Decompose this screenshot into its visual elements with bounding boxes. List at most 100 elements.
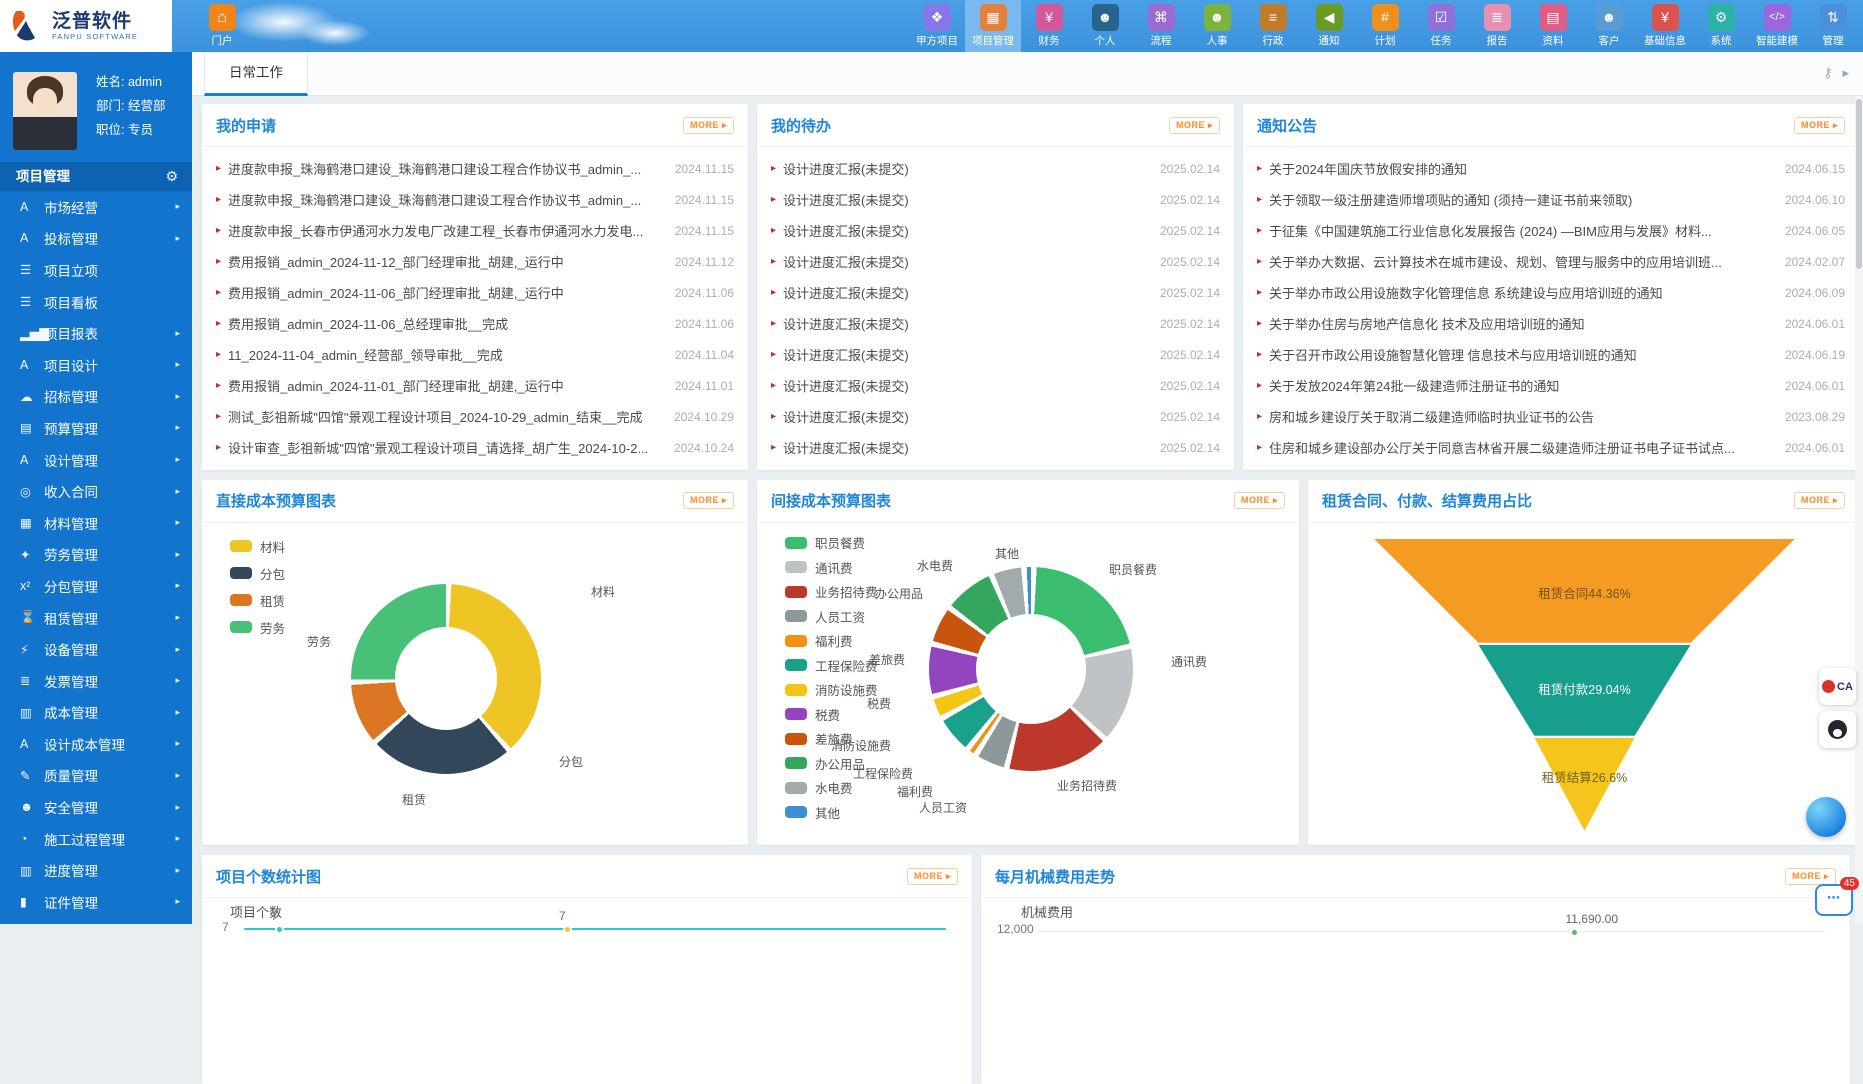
nav-item-personal[interactable]: ☻个人: [1077, 0, 1133, 52]
list-item[interactable]: ▸进度款申报_长春市伊通河水力发电厂改建工程_长春市伊通河水力发电...2024…: [216, 215, 734, 246]
sidebar-item-分包管理[interactable]: x²分包管理▸: [0, 570, 192, 602]
list-item[interactable]: ▸关于举办大数据、云计算技术在城市建设、规划、管理与服务中的应用培训班...20…: [1257, 246, 1845, 277]
more-button[interactable]: MORE ▸: [1794, 117, 1845, 134]
list-item[interactable]: ▸设计进度汇报(未提交)2025.02.14: [771, 277, 1220, 308]
legend-item-业务招待费[interactable]: 业务招待费: [785, 580, 878, 605]
list-item[interactable]: ▸费用报销_admin_2024-11-12_部门经理审批_胡建,_运行中202…: [216, 246, 734, 277]
nav-item-base-info[interactable]: ¥基础信息: [1637, 0, 1693, 52]
legend-item-通讯费[interactable]: 通讯费: [785, 555, 878, 580]
list-item[interactable]: ▸关于2024年国庆节放假安排的通知2024.06.15: [1257, 153, 1845, 184]
sidebar-item-项目立项[interactable]: ☰项目立项: [0, 254, 192, 286]
more-button[interactable]: MORE ▸: [1234, 492, 1285, 509]
sidebar-item-质量管理[interactable]: ✎质量管理▸: [0, 760, 192, 792]
list-item[interactable]: ▸11_2024-11-04_admin_经营部_领导审批__完成2024.11…: [216, 339, 734, 370]
qq-contact-widget[interactable]: [1819, 711, 1856, 748]
nav-item-workflow[interactable]: ⌘流程: [1133, 0, 1189, 52]
list-item[interactable]: ▸测试_彭祖新城"四馆"景观工程设计项目_2024-10-29_admin_结束…: [216, 401, 734, 432]
sidebar-item-项目报表[interactable]: ▂▅▇项目报表▸: [0, 317, 192, 349]
more-button[interactable]: MORE ▸: [683, 492, 734, 509]
sidebar-item-施工过程管理[interactable]: ◔施工过程管理▸: [0, 823, 192, 855]
nav-item-owner-project[interactable]: ❖甲方项目: [909, 0, 965, 52]
nav-item-administration[interactable]: ≡行政: [1245, 0, 1301, 52]
list-item[interactable]: ▸房和城乡建设厅关于取消二级建造师临时执业证书的公告2023.08.29: [1257, 401, 1845, 432]
nav-item-report[interactable]: ≣报告: [1469, 0, 1525, 52]
more-button[interactable]: MORE ▸: [1785, 868, 1836, 885]
nav-item-finance[interactable]: ¥财务: [1021, 0, 1077, 52]
list-item[interactable]: ▸设计进度汇报(未提交)2025.02.14: [771, 339, 1220, 370]
sidebar-item-预算管理[interactable]: ▤预算管理▸: [0, 412, 192, 444]
legend-item-劳务[interactable]: 劳务: [230, 614, 285, 641]
list-item[interactable]: ▸设计进度汇报(未提交)2025.02.14: [771, 153, 1220, 184]
legend-item-租赁[interactable]: 租赁: [230, 587, 285, 614]
nav-item-customer[interactable]: ☻客户: [1581, 0, 1637, 52]
sidebar-item-投标管理[interactable]: A投标管理▸: [0, 223, 192, 255]
legend-item-分包[interactable]: 分包: [230, 560, 285, 587]
sidebar-item-市场经营[interactable]: A市场经营▸: [0, 191, 192, 223]
nav-item-manage[interactable]: ⇅管理: [1805, 0, 1861, 52]
list-item[interactable]: ▸设计进度汇报(未提交)2025.02.14: [771, 370, 1220, 401]
ca-certificate-widget[interactable]: CA: [1819, 668, 1856, 705]
nav-item-hr[interactable]: ☻人事: [1189, 0, 1245, 52]
sidebar-item-项目设计[interactable]: A项目设计▸: [0, 349, 192, 381]
more-button[interactable]: MORE ▸: [1794, 492, 1845, 509]
list-item[interactable]: ▸设计进度汇报(未提交)2025.02.14: [771, 215, 1220, 246]
list-item[interactable]: ▸于征集《中国建筑施工行业信息化发展报告 (2024) —BIM应用与发展》材料…: [1257, 215, 1845, 246]
sidebar-item-证件管理[interactable]: ▮证件管理▸: [0, 886, 192, 918]
legend-item-消防设施费[interactable]: 消防设施费: [785, 678, 878, 703]
legend-item-税费[interactable]: 税费: [785, 702, 878, 727]
more-button[interactable]: MORE ▸: [907, 868, 958, 885]
list-item[interactable]: ▸设计进度汇报(未提交)2025.02.14: [771, 184, 1220, 215]
sidebar-item-设计成本管理[interactable]: A设计成本管理▸: [0, 728, 192, 760]
sidebar-item-安全管理[interactable]: ☻安全管理▸: [0, 791, 192, 823]
list-item[interactable]: ▸设计进度汇报(未提交)2025.02.14: [771, 432, 1220, 463]
nav-item-task[interactable]: ☑任务: [1413, 0, 1469, 52]
sidebar-item-项目看板[interactable]: ☰项目看板: [0, 286, 192, 318]
key-icon[interactable]: ⚷: [1823, 65, 1833, 81]
sidebar-item-成本管理[interactable]: ▥成本管理▸: [0, 697, 192, 729]
list-item[interactable]: ▸关于举办住房与房地产信息化 技术及应用培训班的通知2024.06.01: [1257, 308, 1845, 339]
list-item[interactable]: ▸费用报销_admin_2024-11-01_部门经理审批_胡建,_运行中202…: [216, 370, 734, 401]
nav-item-project-management[interactable]: ▦项目管理: [965, 0, 1021, 52]
legend-item-职员餐费[interactable]: 职员餐费: [785, 531, 878, 556]
gear-icon[interactable]: ⚙: [165, 162, 178, 191]
list-item[interactable]: ▸设计进度汇报(未提交)2025.02.14: [771, 246, 1220, 277]
sidebar-item-发票管理[interactable]: ≣发票管理▸: [0, 665, 192, 697]
sidebar-item-设备管理[interactable]: ⚡设备管理▸: [0, 633, 192, 665]
list-item[interactable]: ▸关于举办市政公用设施数字化管理信息 系统建设与应用培训班的通知2024.06.…: [1257, 277, 1845, 308]
list-item[interactable]: ▸费用报销_admin_2024-11-06_总经理审批__完成2024.11.…: [216, 308, 734, 339]
nav-item-system[interactable]: ⚙系统: [1693, 0, 1749, 52]
list-item[interactable]: ▸进度款申报_珠海鹤港口建设_珠海鹤港口建设工程合作协议书_admin_...2…: [216, 153, 734, 184]
legend-item-工程保险费[interactable]: 工程保险费: [785, 653, 878, 678]
list-item[interactable]: ▸设计进度汇报(未提交)2025.02.14: [771, 401, 1220, 432]
list-item[interactable]: ▸费用报销_admin_2024-11-06_部门经理审批_胡建,_运行中202…: [216, 277, 734, 308]
nav-item-smart-modeling[interactable]: </>智能建模: [1749, 0, 1805, 52]
list-item[interactable]: ▸住房和城乡建设部办公厅关于同意吉林省开展二级建造师注册证书电子证书试点...2…: [1257, 432, 1845, 463]
sidebar-item-材料管理[interactable]: ▦材料管理▸: [0, 507, 192, 539]
sidebar-item-进度管理[interactable]: ▥进度管理▸: [0, 854, 192, 886]
sidebar-section-header[interactable]: 项目管理 ⚙: [0, 162, 192, 191]
user-avatar[interactable]: [13, 72, 77, 150]
sidebar-item-租赁管理[interactable]: ⌛租赁管理▸: [0, 602, 192, 634]
nav-item-portal[interactable]: ⌂ 门户: [194, 0, 250, 52]
chat-widget[interactable]: ⋯ 45: [1815, 884, 1853, 916]
list-item[interactable]: ▸关于发放2024年第24批一级建造师注册证书的通知2024.06.01: [1257, 370, 1845, 401]
legend-item-福利费[interactable]: 福利费: [785, 629, 878, 654]
sidebar-item-设计管理[interactable]: A设计管理▸: [0, 444, 192, 476]
sidebar-item-收入合同[interactable]: ◎收入合同▸: [0, 475, 192, 507]
tab-daily-work[interactable]: 日常工作: [204, 52, 308, 96]
nav-item-document[interactable]: ▤资料: [1525, 0, 1581, 52]
nav-item-notification[interactable]: ◀通知: [1301, 0, 1357, 52]
legend-item-人员工资[interactable]: 人员工资: [785, 604, 878, 629]
sidebar-item-劳务管理[interactable]: ✦劳务管理▸: [0, 539, 192, 571]
assistant-button[interactable]: [1806, 797, 1846, 837]
more-button[interactable]: MORE ▸: [683, 117, 734, 134]
legend-item-材料[interactable]: 材料: [230, 533, 285, 560]
legend-item-其他[interactable]: 其他: [785, 800, 878, 825]
list-item[interactable]: ▸设计审查_彭祖新城"四馆"景观工程设计项目_请选择_胡广生_2024-10-2…: [216, 432, 734, 463]
list-item[interactable]: ▸关于召开市政公用设施智慧化管理 信息技术与应用培训班的通知2024.06.19: [1257, 339, 1845, 370]
sidebar-item-招标管理[interactable]: ☁招标管理▸: [0, 381, 192, 413]
expand-icon[interactable]: ▸: [1842, 65, 1849, 81]
list-item[interactable]: ▸设计进度汇报(未提交)2025.02.14: [771, 308, 1220, 339]
nav-item-plan[interactable]: #计划: [1357, 0, 1413, 52]
list-item[interactable]: ▸进度款申报_珠海鹤港口建设_珠海鹤港口建设工程合作协议书_admin_...2…: [216, 184, 734, 215]
